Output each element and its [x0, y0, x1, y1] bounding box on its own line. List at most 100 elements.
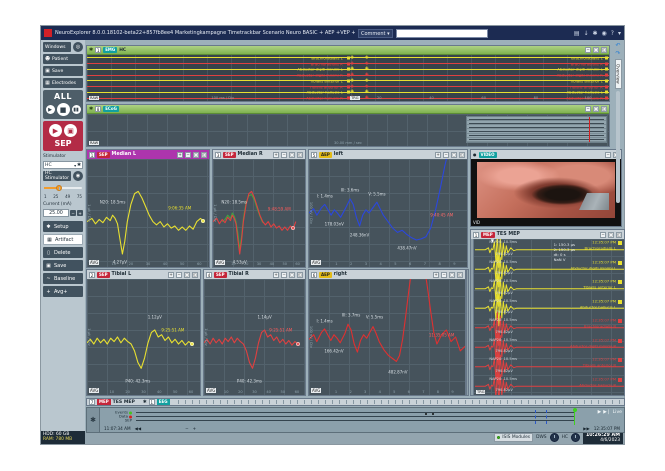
popout-button[interactable]: ◱ [297, 272, 303, 278]
windows-button[interactable]: Windows [43, 42, 71, 52]
windows-settings-icon[interactable]: ◎ [73, 42, 83, 52]
maximize-button[interactable]: ▢ [184, 272, 190, 278]
vertical-scrollbar[interactable] [466, 269, 469, 396]
minimize-button[interactable]: − [281, 272, 287, 278]
patient-button[interactable]: ☻Patient [43, 54, 83, 64]
delete-action-button[interactable]: ▯Delete [43, 247, 83, 258]
timeline-step-button[interactable]: ▶❘ [603, 410, 610, 415]
current-decrement-button[interactable]: − [70, 210, 76, 216]
mep-popout-button[interactable]: ◱ [616, 232, 622, 238]
maximize-button[interactable]: ▢ [451, 152, 457, 158]
ecog-minimize-button[interactable]: − [585, 106, 591, 112]
emg-channel-color-box [347, 56, 350, 59]
camera-icon[interactable]: ◉ [602, 30, 607, 37]
zoom-in-button[interactable]: + [435, 152, 441, 158]
ecog-popout-button[interactable]: ◱ [601, 106, 607, 112]
hc-stimulator-toggle[interactable]: ◉ [73, 171, 83, 181]
all-play-button[interactable]: ▶ [46, 105, 55, 114]
dws-knob[interactable] [550, 433, 559, 442]
all-stop-button[interactable]: ■ [57, 103, 70, 116]
timeline-zoom-out-button[interactable]: − [185, 426, 189, 431]
stimulator-gear-icon[interactable]: ✱ [77, 163, 81, 168]
maximize-button[interactable]: ▢ [289, 152, 295, 158]
sep-record-button[interactable]: ▣ [64, 124, 77, 137]
comment-dropdown[interactable]: Comment ▾ [358, 29, 393, 38]
comment-input[interactable] [396, 29, 488, 38]
popout-button[interactable]: ◱ [201, 152, 207, 158]
mep-minimize-button[interactable]: − [600, 232, 606, 238]
current-slider[interactable] [44, 184, 82, 192]
title-bar: NeuroExplorer 8.0.0.18102-beta22+857fb8e… [41, 26, 624, 40]
rail-scrollbar-thumb[interactable] [616, 91, 620, 203]
timeline-track[interactable]: EventsDataSEP▶▶❘Live11:07:34 AM◀◀−+▶▶12:… [99, 408, 624, 432]
zoom-in-button[interactable]: + [433, 272, 439, 278]
stimulator-select[interactable]: HC ▾ ✱ [43, 161, 83, 169]
maximize-button[interactable]: ▢ [289, 272, 295, 278]
electrodes-button[interactable]: ▦Electrodes [43, 78, 83, 88]
setup-action-button[interactable]: ✱Setup [43, 221, 83, 232]
aepLeft-body: I: 1.4ms178.03nVIII: 3.6ms248.36nVV: 5.5… [309, 159, 467, 267]
current-value-field[interactable]: 25.00 [43, 209, 69, 217]
baseline-action-button[interactable]: ~Baseline [43, 273, 83, 284]
slider-knob[interactable] [56, 185, 62, 191]
minimize-button[interactable]: − [443, 152, 449, 158]
collapsed-eeg-badge[interactable]: EEG [157, 399, 170, 405]
gear-icon[interactable]: ✱ [89, 47, 93, 53]
ecog-maximize-button[interactable]: ▢ [593, 106, 599, 112]
timeline-gear-icon[interactable]: ✱ [87, 408, 99, 432]
minimize-button[interactable]: − [176, 272, 182, 278]
collapsed-mep-badge[interactable]: MEP [97, 399, 111, 405]
timeline-row-track[interactable] [136, 412, 574, 413]
minimize-button[interactable]: − [441, 272, 447, 278]
popout-button[interactable]: ◱ [192, 272, 198, 278]
redo-icon[interactable]: ↷ [615, 51, 620, 57]
maximize-button[interactable]: ▢ [449, 272, 455, 278]
emg-minimize-button[interactable]: − [585, 47, 591, 53]
sweep-speed-label: 30.00 mm / sec [334, 141, 362, 145]
all-pause-button[interactable]: ▮▮ [72, 105, 81, 114]
current-increment-button[interactable]: + [77, 210, 83, 216]
gear-icon[interactable]: ✱ [89, 106, 93, 112]
hc-knob[interactable] [571, 433, 580, 442]
gear-icon[interactable]: ✱ [143, 400, 147, 405]
timeline-row-track[interactable] [136, 420, 574, 421]
fast-forward-icon[interactable]: ▶▶ [583, 426, 589, 431]
popout-button[interactable]: ◱ [459, 152, 465, 158]
sep-badge: SEP [97, 152, 110, 158]
save-button[interactable]: ▣Save [43, 66, 83, 76]
popout-button[interactable]: ◱ [457, 272, 463, 278]
undo-icon[interactable]: ↶ [615, 43, 620, 49]
zoom-in-button[interactable]: + [168, 272, 174, 278]
settings-icon[interactable]: ✱ [593, 30, 598, 37]
save-action-button[interactable]: ▣Save [43, 260, 83, 271]
minimize-button[interactable]: − [185, 152, 191, 158]
artifact-action-button[interactable]: ▦Artifact [43, 234, 83, 245]
zoom-in-button[interactable]: + [273, 272, 279, 278]
sep-play-button[interactable]: ▶ [49, 124, 62, 137]
rewind-icon[interactable]: ◀◀ [135, 426, 141, 431]
minimize-button[interactable]: − [281, 152, 287, 158]
timeline-cursor[interactable] [574, 409, 575, 425]
hc-stimulator-button[interactable]: HC Stimulator [43, 171, 71, 181]
zoom-in-button[interactable]: + [273, 152, 279, 158]
emg-maximize-button[interactable]: ▢ [593, 47, 599, 53]
zoom-in-button[interactable]: + [177, 152, 183, 158]
avg-action-button[interactable]: +Avg+ [43, 286, 83, 297]
timeline-zoom-in-button[interactable]: + [193, 426, 197, 431]
medianR-header: 3SEPMedian R+−▢◱ [213, 150, 305, 159]
mep-channel-color-box [618, 241, 622, 245]
timeline-row-track[interactable] [136, 416, 574, 417]
overview-tab[interactable]: Overview [615, 59, 622, 89]
video-minimize-button[interactable]: − [605, 152, 611, 158]
mep-amplitude-label: 790.82µV [495, 252, 512, 256]
pin-icon[interactable]: ▾ [618, 30, 621, 37]
maximize-button[interactable]: ▢ [193, 152, 199, 158]
download-icon[interactable]: ↓ [583, 30, 588, 37]
print-icon[interactable]: ▤ [574, 30, 580, 37]
help-icon[interactable]: ? [611, 30, 614, 37]
emg-popout-button[interactable]: ◱ [601, 47, 607, 53]
mep-maximize-button[interactable]: ▢ [608, 232, 614, 238]
popout-button[interactable]: ◱ [297, 152, 303, 158]
marker-diamond-icon[interactable]: ◈ [365, 96, 369, 101]
timeline-play-button[interactable]: ▶ [598, 410, 602, 415]
